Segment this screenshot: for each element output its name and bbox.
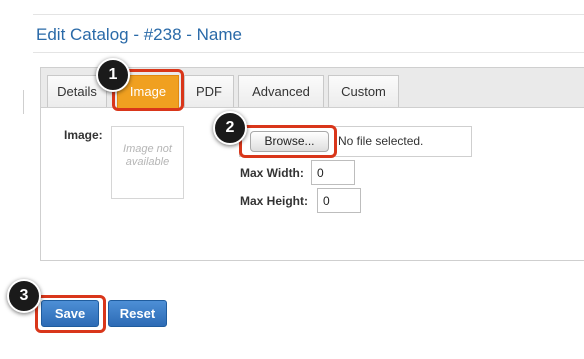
max-height-input[interactable] xyxy=(317,188,361,213)
tab-custom[interactable]: Custom xyxy=(328,75,399,107)
step-2-badge: 2 xyxy=(213,111,247,145)
reset-button[interactable]: Reset xyxy=(108,300,167,327)
step-3-badge: 3 xyxy=(7,279,41,313)
step-1-badge: 1 xyxy=(96,58,130,92)
max-width-label: Max Width: xyxy=(240,166,304,180)
image-field-label: Image: xyxy=(64,128,103,142)
save-button-highlight xyxy=(35,295,106,333)
sidebar-edge xyxy=(23,90,24,114)
browse-button-highlight xyxy=(239,125,337,158)
edit-catalog-page: Edit Catalog - #238 - Name Details Image… xyxy=(0,0,584,359)
max-height-label: Max Height: xyxy=(240,194,309,208)
max-width-input[interactable] xyxy=(311,160,355,185)
top-divider xyxy=(33,14,584,15)
title-divider xyxy=(33,52,584,53)
image-placeholder-text: Image not available xyxy=(123,143,172,168)
tab-advanced[interactable]: Advanced xyxy=(238,75,324,107)
image-thumbnail: Image not available xyxy=(111,126,184,199)
page-title: Edit Catalog - #238 - Name xyxy=(36,25,242,44)
tab-pdf[interactable]: PDF xyxy=(184,75,234,107)
file-status-text: No file selected. xyxy=(338,134,424,148)
